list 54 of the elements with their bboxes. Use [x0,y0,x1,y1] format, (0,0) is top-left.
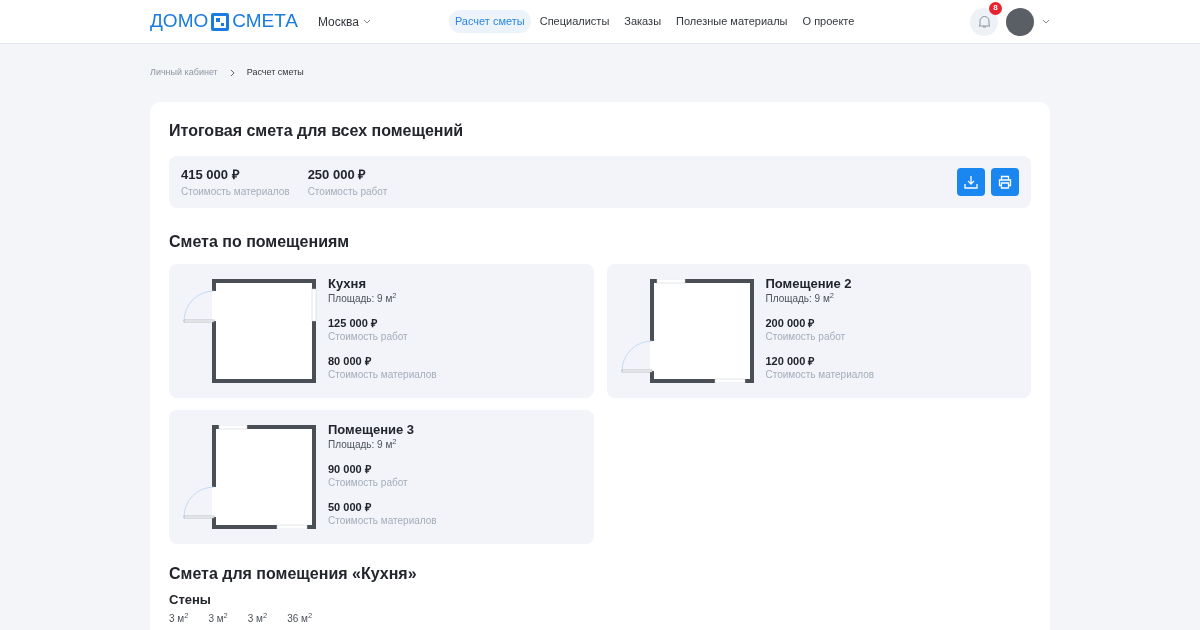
city-selector[interactable]: Москва [317,12,371,31]
area-value: 36 м$^{2}$ [287,612,313,626]
cost-value: 120 000 ₽ [765,354,816,368]
nav-link[interactable]: Полезные материалы [670,10,794,33]
cost-value: 90 000 ₽ [328,462,372,476]
chevron-right-icon [229,69,235,77]
cost-value: 125 000 ₽ [328,316,378,330]
print-button[interactable] [991,168,1019,196]
section-title: Смета по помещениям [169,232,351,252]
room-card[interactable]: Кухня Площадь: 9 м$^{2}$ 125 000 ₽ Стоимость работ 80 000 ₽ Стоимость материалов [169,264,594,398]
cost-value: 80 000 ₽ [328,354,372,368]
avatar[interactable] [1006,7,1034,36]
cost-value: 200 000 ₽ [765,316,816,330]
nav-link[interactable]: О проекте [796,10,861,33]
total-label: Стоимость материалов [181,185,290,200]
logo-icon[interactable] [210,11,231,32]
room-name: Кухня [328,276,367,292]
room-card[interactable]: Помещение 2 Площадь: 9 м$^{2}$ 200 000 ₽ Стоимость работ 120 000 ₽ Стоимость материалов [606,264,1031,398]
logo-text[interactable]: СМЕТА [232,7,298,36]
total-value: 250 000 ₽ [307,165,368,184]
logo-text[interactable]: ДОМО [150,7,209,36]
chevron-down-icon [362,19,371,24]
breadcrumb-current: Расчет сметы [246,66,304,80]
download-button[interactable] [957,168,985,196]
cost-label: Стоимость работ [765,330,847,344]
area-value: 3 м$^{2}$ [208,612,228,626]
section-title: Итоговая смета для всех помещений [169,121,465,141]
notification-badge: 8 [989,1,1002,15]
cost-label: Стоимость материалов [328,514,437,528]
printer-icon [998,175,1012,189]
room-card[interactable]: Помещение 3 Площадь: 9 м$^{2}$ 90 000 ₽ Стоимость работ 50 000 ₽ Стоимость материалов [169,410,594,544]
cost-label: Стоимость материалов [765,368,875,382]
cost-label: Стоимость работ [328,476,409,490]
room-area: Площадь: 9 м$^{2}$ [328,292,437,306]
total-value: 415 000 ₽ [181,165,241,184]
nav-link[interactable]: Заказы [618,10,668,33]
room-area: Площадь: 9 м$^{2}$ [765,292,875,306]
subsection-title: Стены [169,592,212,608]
area-value: 3 м$^{2}$ [169,612,189,626]
cost-value: 50 000 ₽ [328,500,372,514]
room-name: Помещение 3 [328,422,416,438]
section-title: Смета для помещения «Кухня» [169,564,418,584]
notification-button[interactable] [970,7,998,36]
download-icon [964,175,978,189]
bell-icon [977,14,991,29]
room-area: Площадь: 9 м$^{2}$ [328,438,437,452]
nav-link[interactable]: Специалисты [533,10,616,33]
total-label: Стоимость работ [307,185,388,200]
area-value: 3 м$^{2}$ [247,612,268,626]
chevron-down-icon[interactable] [1042,19,1050,24]
cost-label: Стоимость материалов [328,368,437,382]
room-name: Помещение 2 [765,276,853,292]
nav-link[interactable]: Расчет сметы [448,10,531,33]
cost-label: Стоимость работ [328,330,409,344]
